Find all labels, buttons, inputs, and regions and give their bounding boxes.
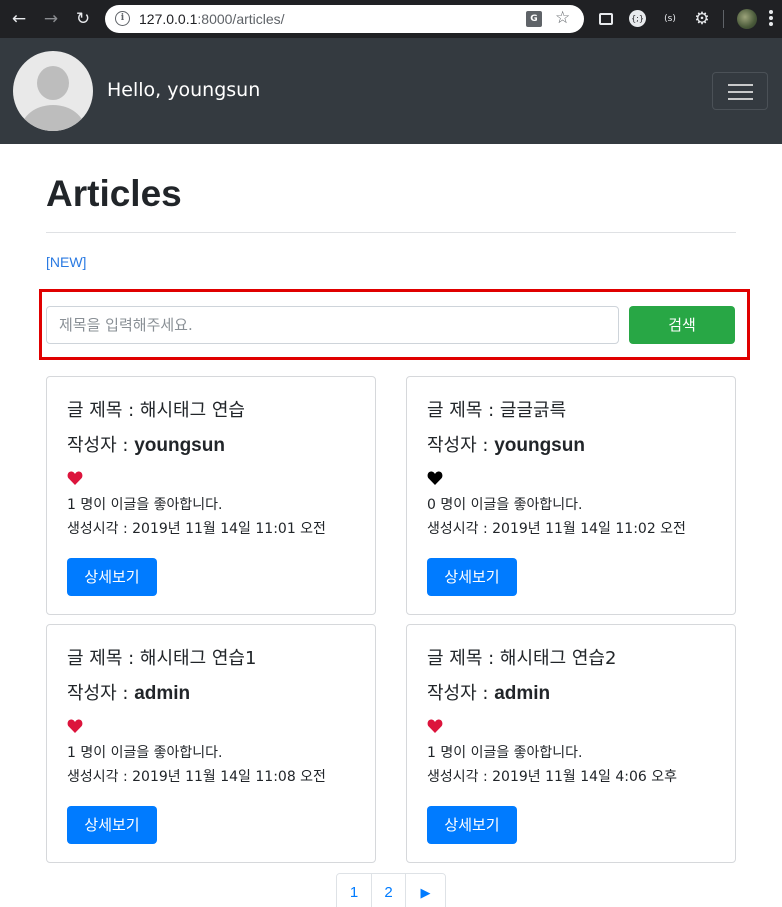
article-created: 생성시각 : 2019년 11월 14일 4:06 오후 — [427, 769, 678, 785]
extension-s-icon[interactable]: (s) — [660, 10, 680, 28]
article-author: 작성자 : youngsun — [427, 435, 585, 456]
avatar-head-shape — [37, 66, 69, 100]
detail-button[interactable]: 상세보기 — [67, 806, 157, 844]
extension-gear-icon[interactable]: ⚙ — [693, 10, 711, 28]
pagination: 1 2 ▶ — [336, 873, 446, 907]
browser-toolbar: ← → ↻ i 127.0.0.1:8000/articles/ G ☆ {;}… — [0, 0, 782, 38]
next-page-icon[interactable]: ▶ — [405, 874, 445, 907]
browser-menu-icon[interactable] — [764, 9, 778, 29]
navbar-toggler-button[interactable] — [712, 72, 768, 110]
hamburger-line-icon — [728, 98, 753, 100]
article-likes: 1 명이 이글을 좋아합니다. — [67, 745, 223, 761]
site-info-icon[interactable]: i — [115, 11, 130, 26]
new-article-link[interactable]: [NEW] — [46, 253, 86, 271]
toolbar-separator — [723, 10, 724, 28]
article-title: 글 제목 : 글글긁륵 — [427, 400, 567, 421]
heart-filled-icon[interactable] — [67, 718, 83, 734]
detail-button[interactable]: 상세보기 — [427, 558, 517, 596]
article-card: 글 제목 : 해시태그 연습1 작성자 : admin 1 명이 이글을 좋아합… — [46, 624, 376, 863]
profile-avatar-icon[interactable] — [737, 9, 757, 29]
article-card: 글 제목 : 글글긁륵 작성자 : youngsun 0 명이 이글을 좋아합니… — [406, 376, 736, 615]
article-author: 작성자 : youngsun — [67, 435, 225, 456]
article-title: 글 제목 : 해시태그 연습 — [67, 400, 245, 421]
article-title: 글 제목 : 해시태그 연습2 — [427, 648, 617, 669]
article-author: 작성자 : admin — [67, 683, 191, 704]
user-avatar — [13, 51, 93, 131]
article-created: 생성시각 : 2019년 11월 14일 11:01 오전 — [67, 521, 326, 537]
avatar-body-shape — [21, 105, 85, 131]
article-created: 생성시각 : 2019년 11월 14일 11:08 오전 — [67, 769, 326, 785]
detail-button[interactable]: 상세보기 — [427, 806, 517, 844]
address-bar[interactable]: i 127.0.0.1:8000/articles/ G ☆ — [105, 5, 584, 33]
extension-cast-icon[interactable] — [599, 13, 613, 25]
address-url: 127.0.0.1:8000/articles/ — [139, 11, 285, 27]
article-likes: 1 명이 이글을 좋아합니다. — [67, 497, 223, 513]
hamburger-line-icon — [728, 84, 753, 86]
site-navbar: Hello, youngsun — [0, 38, 782, 144]
heart-filled-icon[interactable] — [427, 718, 443, 734]
detail-button[interactable]: 상세보기 — [67, 558, 157, 596]
search-input[interactable] — [46, 306, 619, 344]
title-divider — [46, 232, 736, 233]
greeting-text: Hello, youngsun — [107, 79, 261, 101]
extension-json-icon[interactable]: {;} — [629, 10, 646, 27]
search-button[interactable]: 검색 — [629, 306, 735, 344]
page-link-1[interactable]: 1 — [337, 874, 371, 907]
page-title: Articles — [46, 173, 182, 214]
heart-unliked-icon[interactable] — [427, 470, 443, 486]
hamburger-line-icon — [728, 91, 753, 93]
page-link-2[interactable]: 2 — [371, 874, 405, 907]
back-arrow-icon[interactable]: ← — [9, 9, 29, 29]
article-likes: 1 명이 이글을 좋아합니다. — [427, 745, 583, 761]
article-created: 생성시각 : 2019년 11월 14일 11:02 오전 — [427, 521, 686, 537]
heart-filled-icon[interactable] — [67, 470, 83, 486]
reload-icon[interactable]: ↻ — [73, 9, 93, 29]
article-author: 작성자 : admin — [427, 683, 551, 704]
article-title: 글 제목 : 해시태그 연습1 — [67, 648, 257, 669]
forward-arrow-icon[interactable]: → — [41, 9, 61, 29]
article-card: 글 제목 : 해시태그 연습 작성자 : youngsun 1 명이 이글을 좋… — [46, 376, 376, 615]
article-likes: 0 명이 이글을 좋아합니다. — [427, 497, 583, 513]
article-card: 글 제목 : 해시태그 연습2 작성자 : admin 1 명이 이글을 좋아합… — [406, 624, 736, 863]
translate-icon[interactable]: G — [526, 11, 542, 27]
bookmark-star-icon[interactable]: ☆ — [555, 8, 570, 28]
